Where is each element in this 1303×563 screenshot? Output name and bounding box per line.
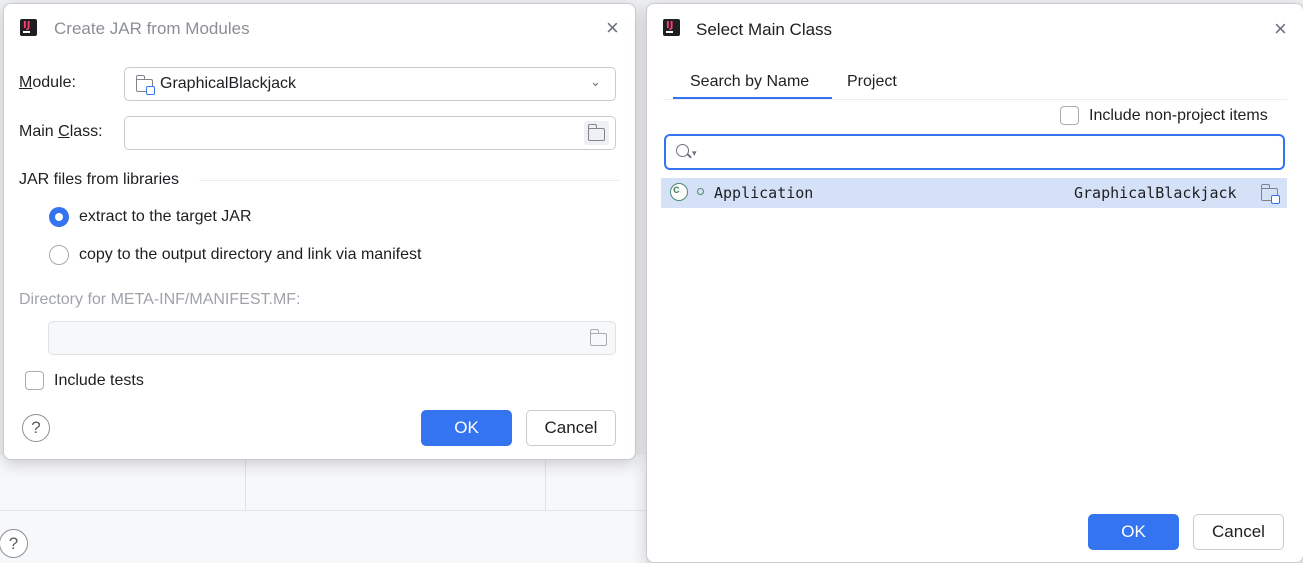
include-tests-label[interactable]: Include tests bbox=[54, 372, 144, 390]
module-badge-icon bbox=[146, 86, 155, 95]
main-class-label: Main Class: bbox=[19, 123, 103, 140]
module-label: Module: bbox=[19, 74, 76, 91]
dialog-title: Select Main Class bbox=[696, 20, 833, 39]
manifest-dir-field bbox=[48, 321, 616, 355]
radio-extract-label[interactable]: extract to the target JAR bbox=[79, 208, 252, 226]
public-icon bbox=[697, 188, 704, 195]
radio-copy-label[interactable]: copy to the output directory and link vi… bbox=[79, 246, 421, 264]
search-input[interactable]: ▾ bbox=[664, 134, 1285, 170]
tab-project[interactable]: Project bbox=[847, 73, 897, 91]
help-button[interactable]: ? bbox=[22, 414, 50, 442]
class-module: GraphicalBlackjack bbox=[1074, 184, 1237, 202]
create-jar-dialog: IJ Create JAR from Modules × Module: Gra… bbox=[3, 3, 636, 460]
class-name: Application bbox=[714, 184, 814, 202]
radio-copy[interactable] bbox=[49, 245, 69, 265]
cancel-button[interactable]: Cancel bbox=[1193, 514, 1284, 550]
cancel-button[interactable]: Cancel bbox=[526, 410, 616, 446]
module-value: GraphicalBlackjack bbox=[160, 75, 297, 92]
intellij-logo-icon: IJ bbox=[20, 19, 37, 36]
tab-separator bbox=[663, 99, 1287, 100]
folder-icon bbox=[589, 329, 607, 346]
search-icon bbox=[676, 144, 689, 157]
chevron-down-icon: ⌄ bbox=[590, 74, 601, 89]
module-badge-icon bbox=[1271, 195, 1280, 204]
dialog-title: Create JAR from Modules bbox=[54, 19, 250, 38]
browse-button[interactable] bbox=[584, 121, 609, 145]
list-item[interactable]: c Application GraphicalBlackjack bbox=[661, 178, 1287, 208]
libraries-heading: JAR files from libraries bbox=[19, 171, 180, 188]
ide-divider bbox=[245, 458, 246, 510]
select-main-class-dialog: IJ Select Main Class × Search by Name Pr… bbox=[646, 3, 1303, 563]
include-non-project-checkbox[interactable] bbox=[1060, 106, 1079, 125]
module-combobox[interactable]: GraphicalBlackjack ⌄ bbox=[124, 67, 616, 101]
tab-search-by-name[interactable]: Search by Name bbox=[690, 73, 809, 91]
ok-button[interactable]: OK bbox=[421, 410, 512, 446]
class-icon: c bbox=[670, 182, 688, 201]
manifest-dir-label: Directory for META-INF/MANIFEST.MF: bbox=[19, 291, 301, 308]
main-class-field[interactable] bbox=[124, 116, 616, 150]
close-icon[interactable]: × bbox=[1274, 18, 1287, 40]
ide-divider bbox=[545, 458, 546, 510]
section-separator bbox=[199, 180, 619, 181]
ide-divider bbox=[0, 510, 646, 511]
ide-background bbox=[0, 455, 646, 563]
search-options-icon[interactable]: ▾ bbox=[692, 148, 697, 159]
ok-button[interactable]: OK bbox=[1088, 514, 1179, 550]
radio-extract[interactable] bbox=[49, 207, 69, 227]
include-non-project-label[interactable]: Include non-project items bbox=[1089, 107, 1268, 125]
folder-icon bbox=[587, 124, 605, 141]
include-tests-checkbox[interactable] bbox=[25, 371, 44, 390]
ide-help-button[interactable]: ? bbox=[0, 529, 28, 558]
intellij-logo-icon: IJ bbox=[663, 19, 680, 36]
close-icon[interactable]: × bbox=[606, 17, 619, 39]
